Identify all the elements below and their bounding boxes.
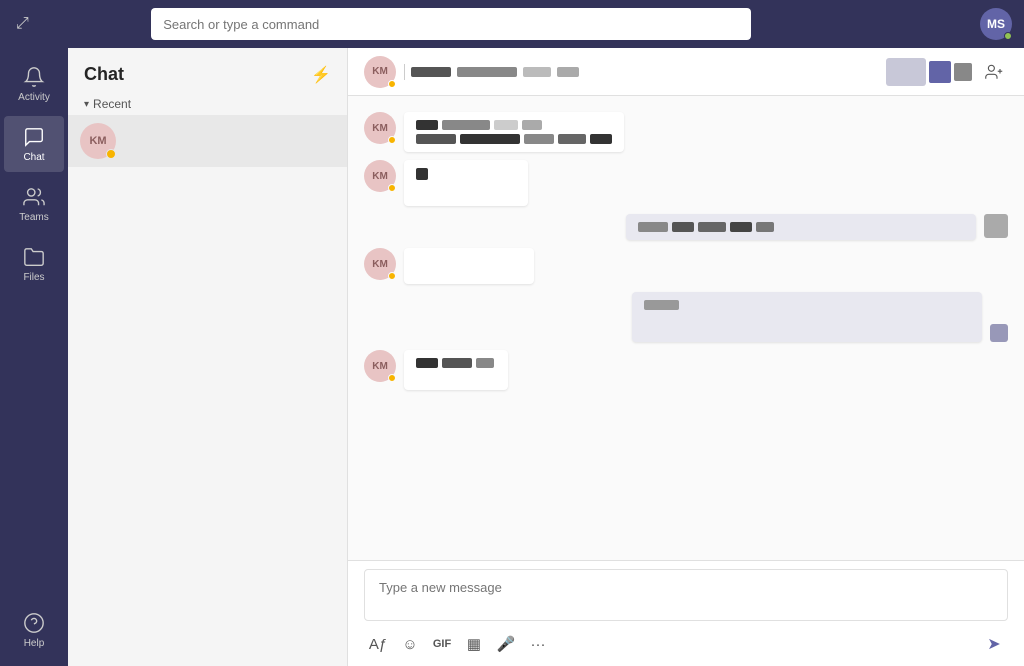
online-status-dot bbox=[1004, 32, 1012, 40]
sidebar-item-teams[interactable]: Teams bbox=[4, 176, 64, 232]
message-row-right bbox=[364, 292, 1008, 342]
gif-button[interactable]: GIF bbox=[428, 630, 456, 658]
more-options-button[interactable]: ··· bbox=[524, 630, 552, 658]
chat-header-avatar: KM bbox=[364, 56, 396, 88]
msg-status-dot bbox=[388, 272, 396, 280]
header-right-icons bbox=[886, 58, 1008, 86]
sticker-button[interactable]: ▦ bbox=[460, 630, 488, 658]
chat-messages-header: KM bbox=[348, 48, 1024, 96]
msg-status-dot bbox=[388, 184, 396, 192]
format-text-button[interactable]: Aƒ bbox=[364, 630, 392, 658]
input-toolbar: Aƒ ☺ GIF ▦ 🎤 ··· ➤ bbox=[364, 626, 1008, 658]
chat-list-item[interactable]: KM bbox=[68, 115, 347, 167]
help-label: Help bbox=[24, 638, 45, 649]
user-avatar[interactable]: MS bbox=[980, 8, 1012, 40]
msg-blocks-row1 bbox=[416, 120, 612, 130]
messages-area: KM bbox=[348, 96, 1024, 560]
chat-nav-label: Chat bbox=[23, 152, 44, 163]
header-icon-group-1 bbox=[886, 58, 926, 86]
msg-avatar: KM bbox=[364, 160, 396, 192]
msg-bubble-right bbox=[632, 292, 982, 342]
filter-icon[interactable]: ⚡ bbox=[311, 65, 331, 85]
msg-status-dot bbox=[388, 374, 396, 382]
sidebar-nav: Activity Chat Teams Files bbox=[0, 48, 68, 666]
chat-header-status-dot bbox=[388, 80, 396, 88]
msg-avatar: KM bbox=[364, 112, 396, 144]
search-bar[interactable] bbox=[151, 8, 751, 40]
sidebar-item-files[interactable]: Files bbox=[4, 236, 64, 292]
msg-blocks-row1 bbox=[638, 222, 964, 232]
msg-avatar: KM bbox=[364, 350, 396, 382]
msg-avatar: KM bbox=[364, 248, 396, 280]
sidebar-item-chat[interactable]: Chat bbox=[4, 116, 64, 172]
input-area: Aƒ ☺ GIF ▦ 🎤 ··· ➤ bbox=[348, 560, 1024, 666]
message-row: KM bbox=[364, 160, 1008, 206]
message-row-right bbox=[364, 214, 1008, 240]
recent-label: Recent bbox=[93, 97, 131, 111]
right-message-icon bbox=[984, 214, 1008, 238]
header-text-block-1 bbox=[411, 67, 451, 77]
sidebar-item-activity[interactable]: Activity bbox=[4, 56, 64, 112]
msg-blocks-row1 bbox=[416, 358, 496, 368]
chat-list-status-dot bbox=[106, 149, 116, 159]
chat-panel-title: Chat bbox=[84, 64, 124, 85]
msg-blocks-row2 bbox=[416, 134, 612, 144]
topbar: ⤢ MS bbox=[0, 0, 1024, 48]
msg-blocks-row1 bbox=[416, 168, 516, 180]
expand-icon[interactable]: ⤢ bbox=[12, 11, 33, 37]
emoji-button[interactable]: ☺ bbox=[396, 630, 424, 658]
header-icon-group-2 bbox=[929, 61, 951, 83]
header-text-block-4 bbox=[557, 67, 579, 77]
msg-bubble-right bbox=[626, 214, 976, 240]
right-message-icon-2 bbox=[990, 324, 1008, 342]
message-row: KM bbox=[364, 248, 1008, 284]
teams-label: Teams bbox=[19, 212, 48, 223]
chat-main: KM bbox=[348, 48, 1024, 666]
msg-bubble bbox=[404, 248, 534, 284]
msg-bubble bbox=[404, 160, 528, 206]
message-row: KM bbox=[364, 112, 1008, 152]
add-people-button[interactable] bbox=[980, 58, 1008, 86]
chat-header-name-row bbox=[404, 64, 579, 80]
header-icon-group-3 bbox=[954, 63, 972, 81]
activity-label: Activity bbox=[18, 92, 50, 103]
audio-button[interactable]: 🎤 bbox=[492, 630, 520, 658]
header-text-block-2 bbox=[457, 67, 517, 77]
message-row: KM bbox=[364, 350, 1008, 390]
chat-panel: Chat ⚡ ▾ Recent KM bbox=[68, 48, 348, 666]
msg-status-dot bbox=[388, 136, 396, 144]
search-input[interactable] bbox=[163, 17, 739, 32]
header-text-block-3 bbox=[523, 67, 551, 77]
main-area: Activity Chat Teams Files bbox=[0, 48, 1024, 666]
message-input[interactable] bbox=[364, 569, 1008, 621]
chat-list-avatar: KM bbox=[80, 123, 116, 159]
files-label: Files bbox=[23, 272, 44, 283]
header-divider bbox=[404, 64, 405, 80]
msg-blocks-row1 bbox=[644, 300, 970, 310]
chat-section-recent: ▾ Recent bbox=[68, 93, 347, 115]
sidebar-item-help[interactable]: Help bbox=[4, 602, 64, 658]
msg-bubble bbox=[404, 112, 624, 152]
send-button[interactable]: ➤ bbox=[980, 630, 1008, 658]
msg-bubble bbox=[404, 350, 508, 390]
chat-panel-header: Chat ⚡ bbox=[68, 48, 347, 93]
chevron-icon: ▾ bbox=[84, 99, 89, 110]
